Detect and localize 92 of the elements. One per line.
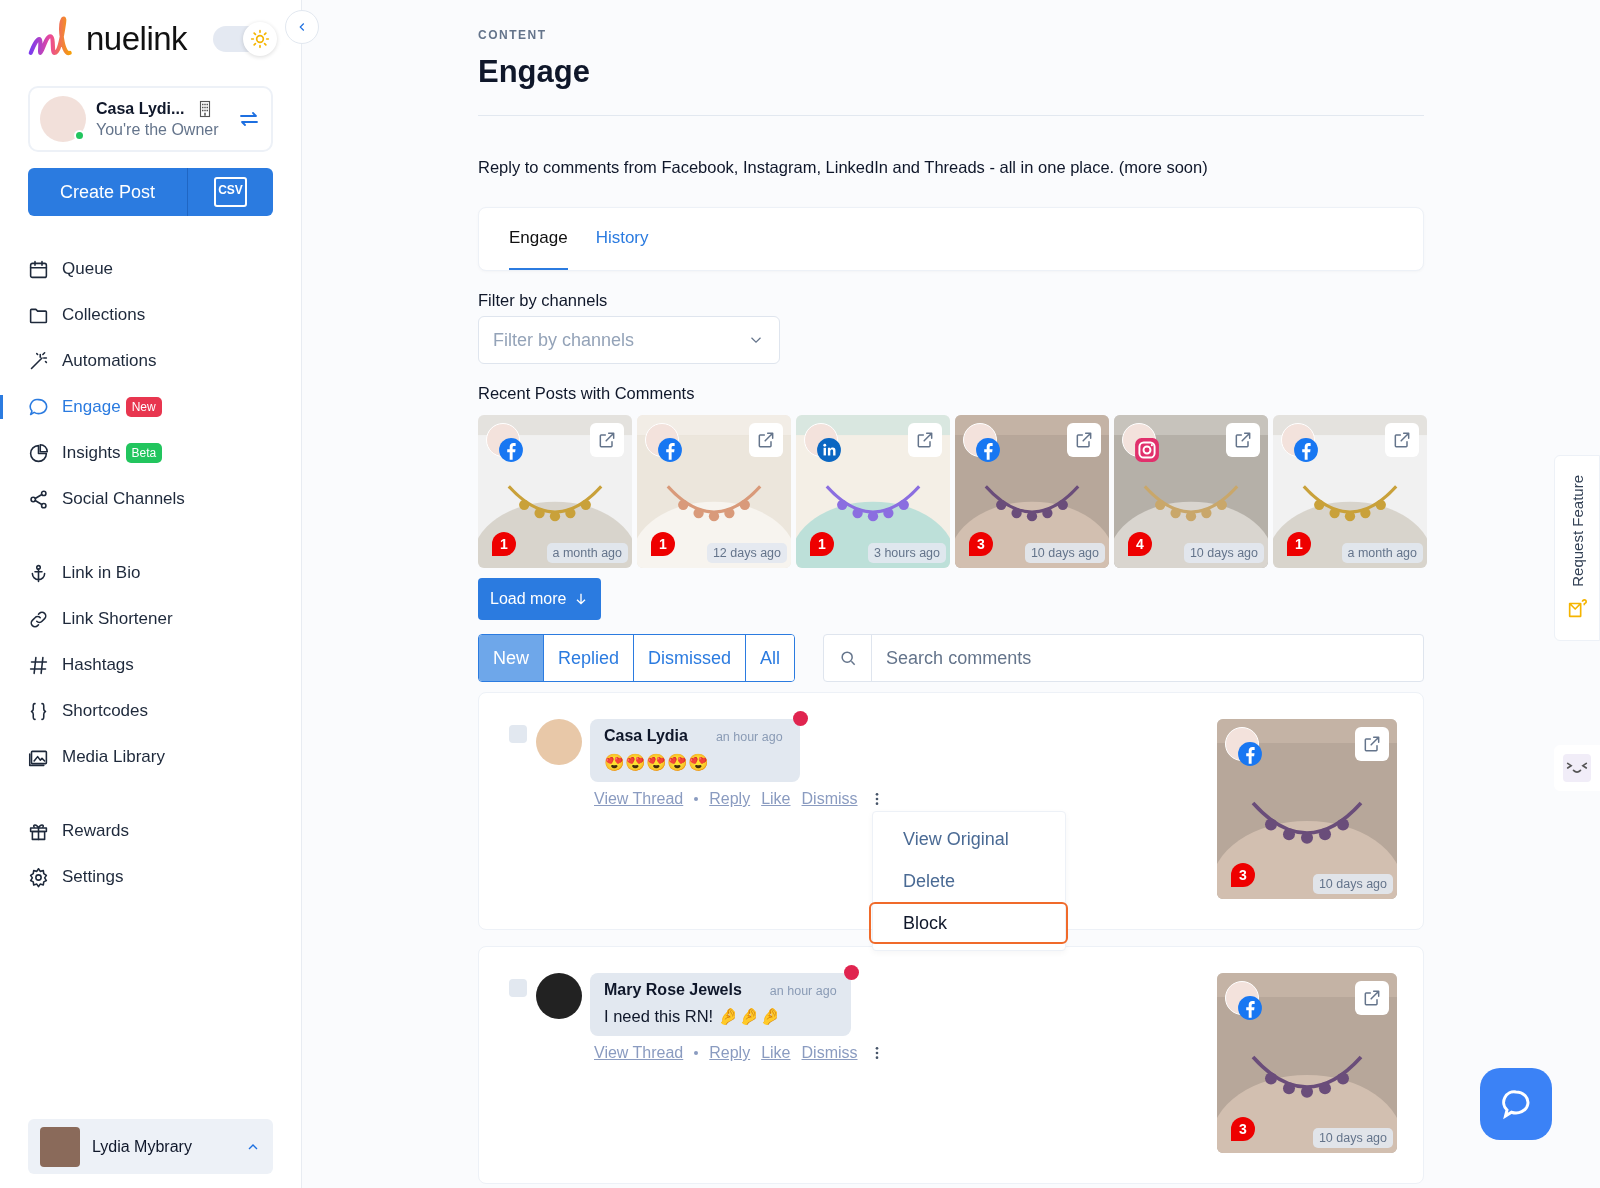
external-link-icon — [1362, 734, 1382, 754]
action-link[interactable]: View Thread — [594, 1044, 684, 1062]
smiley-icon — [1563, 754, 1591, 782]
select-checkbox[interactable] — [509, 979, 527, 997]
nav-badge: Beta — [125, 443, 163, 463]
post-time: a month ago — [1341, 543, 1423, 563]
pie-chart-icon — [28, 442, 49, 464]
user-avatar — [40, 1126, 80, 1167]
settings-icon — [28, 866, 49, 888]
comment-time: an hour ago — [769, 984, 837, 998]
menu-item[interactable]: View Original — [873, 818, 1065, 860]
comment-text: 😍😍😍😍😍 — [604, 753, 710, 772]
commenter-avatar — [536, 973, 582, 1019]
open-external-button[interactable] — [1355, 981, 1389, 1015]
external-link-icon — [756, 430, 776, 450]
nav-item[interactable]: Hashtags — [28, 642, 273, 688]
action-link[interactable]: Dismiss — [801, 790, 858, 808]
magic-wand-icon — [28, 350, 49, 372]
post-time: a month ago — [546, 543, 628, 563]
hash-icon — [28, 654, 49, 676]
load-more-button[interactable]: Load more — [478, 578, 601, 620]
select-checkbox[interactable] — [509, 725, 527, 743]
nav-item[interactable]: Collections — [28, 292, 273, 338]
nav-item[interactable]: Automations — [28, 338, 273, 384]
workspace-avatar — [40, 96, 86, 142]
external-link-icon — [1362, 988, 1382, 1008]
separator-dot — [694, 797, 699, 801]
nav-item[interactable]: Link in Bio — [28, 550, 273, 596]
post-time: 10 days ago — [1312, 874, 1393, 894]
nav-item[interactable]: Link Shortener — [28, 596, 273, 642]
open-external-button[interactable] — [590, 423, 624, 457]
nav-item[interactable]: Media Library — [28, 734, 273, 780]
nav-item[interactable]: Shortcodes — [28, 688, 273, 734]
open-external-button[interactable] — [1385, 423, 1419, 457]
status-tab[interactable]: All — [745, 635, 795, 681]
workspace-name: Casa Lydi... — [96, 99, 185, 118]
user-menu[interactable]: Lydia Mybrary — [28, 1119, 273, 1174]
nav-item[interactable]: Rewards — [28, 808, 273, 854]
menu-item[interactable]: Block — [869, 902, 1068, 944]
brand-name: nuelink — [86, 20, 188, 58]
chat-button[interactable] — [1480, 1068, 1552, 1140]
page-description: Reply to comments from Facebook, Instagram, LinkedIn and Threads - all in one place. (more soon) — [478, 158, 1209, 177]
filter-label: Filter by channels — [478, 291, 609, 310]
nav-badge: New — [125, 397, 162, 417]
section-label: CONTENT — [478, 28, 548, 42]
post-time: 10 days ago — [1024, 543, 1105, 563]
action-link[interactable]: Reply — [709, 1044, 751, 1062]
action-link[interactable]: Reply — [709, 790, 751, 808]
braces-icon — [28, 700, 49, 722]
workspace-card[interactable]: Casa Lydi... You're the Owner — [28, 86, 273, 152]
open-external-button[interactable] — [749, 423, 783, 457]
action-link[interactable]: View Thread — [594, 790, 684, 808]
commenter-avatar — [536, 719, 582, 765]
open-external-button[interactable] — [1226, 423, 1260, 457]
request-feature-tab[interactable]: Request Feature — [1554, 455, 1600, 641]
share-icon — [28, 488, 49, 510]
menu-item[interactable]: Delete — [873, 860, 1065, 902]
page-title: Engage — [478, 54, 591, 90]
calendar-icon — [28, 258, 49, 280]
separator-dot — [694, 1051, 699, 1055]
nav-item[interactable]: Social Channels — [28, 476, 273, 522]
chat-bubble-icon — [28, 396, 49, 418]
open-external-button[interactable] — [1067, 423, 1101, 457]
create-post-button[interactable]: Create Post — [28, 168, 187, 216]
post-time: 12 days ago — [706, 543, 787, 563]
comment-author: Casa Lydia — [604, 727, 688, 745]
external-link-icon — [1233, 430, 1253, 450]
tab[interactable]: History — [595, 208, 649, 270]
csv-upload-button[interactable]: CSV — [187, 168, 273, 216]
nav-item[interactable]: Queue — [28, 246, 273, 292]
comment-author: Mary Rose Jewels — [604, 981, 742, 999]
tab[interactable]: Engage — [509, 208, 568, 270]
comment-time: an hour ago — [715, 730, 783, 744]
action-link[interactable]: Like — [761, 1044, 791, 1062]
feedback-button[interactable] — [1554, 745, 1600, 791]
action-link[interactable]: Like — [761, 790, 791, 808]
nav-item[interactable]: Settings — [28, 854, 273, 900]
workspace-role: You're the Owner — [96, 120, 220, 139]
sun-icon — [250, 29, 270, 49]
open-external-button[interactable] — [908, 423, 942, 457]
external-link-icon — [1392, 430, 1412, 450]
external-link-icon — [1074, 430, 1094, 450]
post-time: 10 days ago — [1183, 543, 1264, 563]
comment-text: I need this RN! 🤌🤌🤌 — [604, 1007, 782, 1026]
external-link-icon — [597, 430, 617, 450]
recent-posts-label: Recent Posts with Comments — [478, 384, 696, 403]
post-time: 3 hours ago — [867, 543, 946, 563]
nav-item[interactable]: Insights Beta — [28, 430, 273, 476]
post-time: 10 days ago — [1312, 1128, 1393, 1148]
open-external-button[interactable] — [1355, 727, 1389, 761]
action-link[interactable]: Dismiss — [801, 1044, 858, 1062]
external-link-icon — [915, 430, 935, 450]
